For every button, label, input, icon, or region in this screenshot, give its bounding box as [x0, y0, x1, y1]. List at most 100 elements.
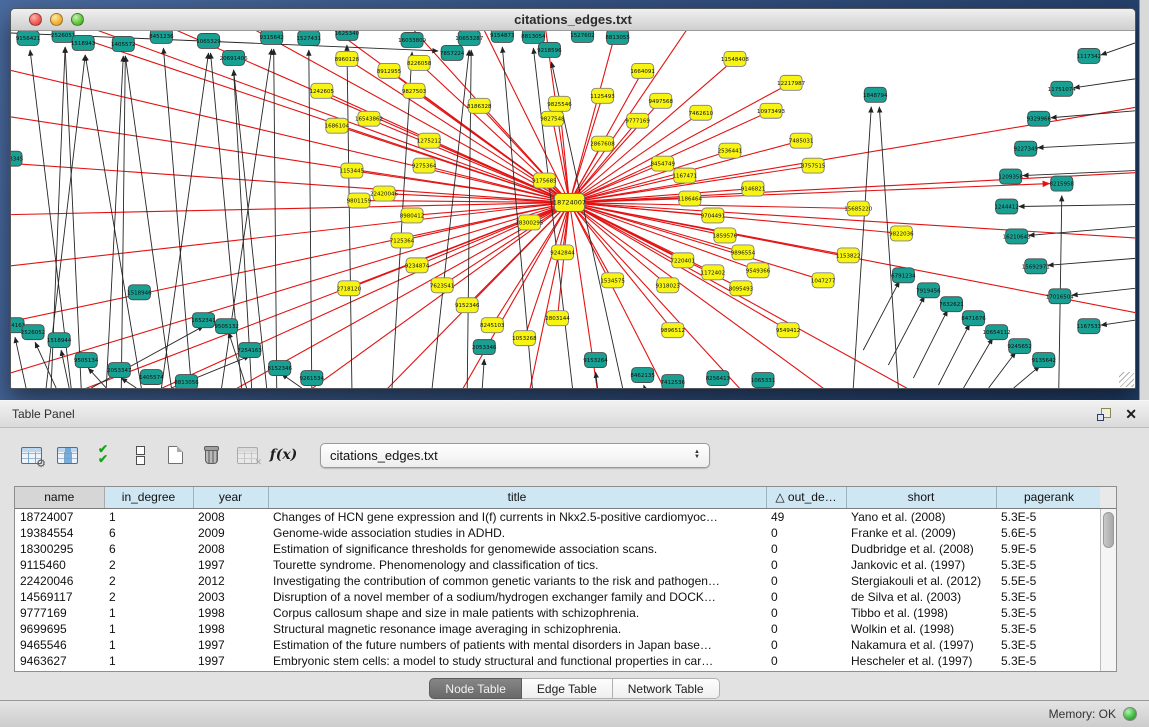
cell-year: 2008	[193, 508, 268, 525]
table-row[interactable]: 969969511998Structural magnetic resonanc…	[15, 621, 1102, 637]
black-edge	[644, 385, 645, 388]
cell-title: Disruption of a novel member of a sodium…	[268, 589, 766, 605]
table-mode-icon	[21, 447, 42, 464]
black-edge	[1051, 111, 1135, 118]
black-edge	[85, 55, 141, 388]
graph-node-label: 2718120	[337, 286, 362, 292]
column-header-year[interactable]: year	[193, 487, 268, 508]
graph-node-label: 8813054	[521, 34, 546, 40]
graph-node-label: 9801159	[347, 199, 372, 205]
cell-year: 1997	[193, 653, 268, 669]
column-header-out_de[interactable]: △ out_de…	[766, 487, 846, 508]
scrollbar-thumb[interactable]	[1103, 512, 1114, 548]
cell-in_degree: 6	[104, 525, 193, 541]
table-row[interactable]: 2242004622012Investigating the contribut…	[15, 573, 1102, 589]
tab-edge-table[interactable]: Edge Table	[522, 678, 613, 699]
graph-node-label: 1167471	[673, 174, 698, 180]
graph-node-label: 1848794	[863, 93, 888, 99]
black-edge	[938, 324, 969, 385]
cell-short: Jankovic et al. (1997)	[846, 557, 996, 573]
cell-in_degree: 1	[104, 637, 193, 653]
graph-node-label: 9825546	[547, 102, 572, 108]
graph-node-label: 9827548	[540, 117, 565, 123]
graph-node-label: 9777169	[625, 119, 650, 125]
graph-node-label: 1153822	[836, 253, 861, 259]
red-edge	[171, 203, 569, 388]
table-row[interactable]: 1456911722003Disruption of a novel membe…	[15, 589, 1102, 605]
cell-title: Genome-wide association studies in ADHD.	[268, 525, 766, 541]
table-panel: Table Panel ✕ f(x)citations_edges.txt▲▼ …	[0, 400, 1149, 700]
column-header-title[interactable]: title	[268, 487, 766, 508]
graph-node-label: 7857224	[440, 51, 465, 57]
graph-node-label: 15685220	[844, 207, 873, 213]
network-canvas[interactable]: 8960128891295582260589827503818632816543…	[11, 31, 1135, 388]
status-bar: Memory: OK	[0, 700, 1149, 727]
float-panel-icon[interactable]	[1097, 408, 1111, 421]
table-row[interactable]: 977716911998Corpus callosum shape and si…	[15, 605, 1102, 621]
graph-node-label: 8256413	[706, 376, 731, 382]
graph-node-label: 9156421	[16, 36, 41, 42]
table-mode-button[interactable]	[18, 442, 45, 469]
graph-node-label: 9261534	[300, 376, 325, 382]
cell-title: Estimation of significance thresholds fo…	[268, 541, 766, 557]
red-edge	[417, 203, 569, 266]
column-header-in_degree[interactable]: in_degree	[104, 487, 193, 508]
column-header-pagerank[interactable]: pagerank	[996, 487, 1102, 508]
table-row[interactable]: 1872400712008Changes of HCN gene express…	[15, 508, 1102, 525]
table-scrollbar[interactable]	[1100, 509, 1116, 671]
graph-node-label: 8095493	[729, 286, 754, 292]
black-edge	[482, 359, 484, 388]
graph-node-label: 7220401	[671, 258, 696, 264]
window-resize-grip[interactable]	[1119, 372, 1134, 387]
black-edge	[1038, 143, 1135, 148]
graph-node-label: 1625340	[335, 31, 360, 37]
table-row[interactable]: 1830029562008Estimation of significance …	[15, 541, 1102, 557]
cell-year: 1998	[193, 621, 268, 637]
graph-node-label: 8912955	[377, 69, 402, 75]
black-edge	[163, 48, 191, 388]
graph-node-label: 1527431	[297, 36, 322, 42]
cell-in_degree: 2	[104, 557, 193, 573]
memory-indicator-icon[interactable]	[1123, 707, 1137, 721]
delete-column-button[interactable]	[198, 442, 225, 469]
window-titlebar[interactable]: citations_edges.txt	[11, 9, 1135, 31]
graph-node-label: 17016504	[1046, 294, 1075, 300]
table-row[interactable]: 946554611997Estimation of the future num…	[15, 637, 1102, 653]
cell-out_de: 0	[766, 605, 846, 621]
select-columns-icon	[96, 445, 111, 465]
cell-short: Wolkin et al. (1998)	[846, 621, 996, 637]
graph-node-label: 8186328	[467, 104, 492, 110]
new-column-button[interactable]	[162, 442, 189, 469]
graph-node-label: 8226058	[407, 61, 432, 67]
graph-node-label: 1167533	[1077, 324, 1102, 330]
network-graph[interactable]: 8960128891295582260589827503818632816543…	[11, 31, 1135, 388]
graph-node-label: 9549366	[746, 268, 771, 274]
graph-node-label: 9822036	[889, 231, 914, 237]
row-height-button[interactable]	[126, 442, 153, 469]
table-row[interactable]: 946362711997Embryonic stem cells: a mode…	[15, 653, 1102, 669]
show-columns-button[interactable]	[54, 442, 81, 469]
graph-node-label: 9153264	[583, 358, 608, 364]
graph-node-label: 1405572	[111, 42, 136, 48]
close-panel-icon[interactable]: ✕	[1125, 407, 1137, 421]
black-edge	[121, 378, 136, 388]
delete-column-icon	[205, 449, 218, 464]
select-columns-button[interactable]	[90, 442, 117, 469]
tab-network-table[interactable]: Network Table	[613, 678, 720, 699]
column-header-short[interactable]: short	[846, 487, 996, 508]
graph-node-label: 1275212	[417, 139, 442, 145]
black-edge	[15, 337, 26, 388]
graph-node-label: 9505134	[74, 358, 99, 364]
cell-year: 2012	[193, 573, 268, 589]
table-row[interactable]: 911546021997Tourette syndrome. Phenomeno…	[15, 557, 1102, 573]
function-builder-button[interactable]: f(x)	[270, 442, 297, 469]
graph-node-label: 1172402	[701, 270, 726, 276]
graph-node-label: 12217987	[777, 81, 806, 87]
cell-name: 18724007	[15, 508, 104, 525]
table-chooser-select[interactable]: citations_edges.txt▲▼	[320, 443, 710, 468]
graph-node-label: 8152346	[267, 366, 292, 372]
graph-node-label: 6791234	[891, 273, 916, 279]
column-header-name[interactable]: name	[15, 487, 104, 508]
table-row[interactable]: 1938455462009Genome-wide association stu…	[15, 525, 1102, 541]
tab-node-table[interactable]: Node Table	[429, 678, 522, 699]
